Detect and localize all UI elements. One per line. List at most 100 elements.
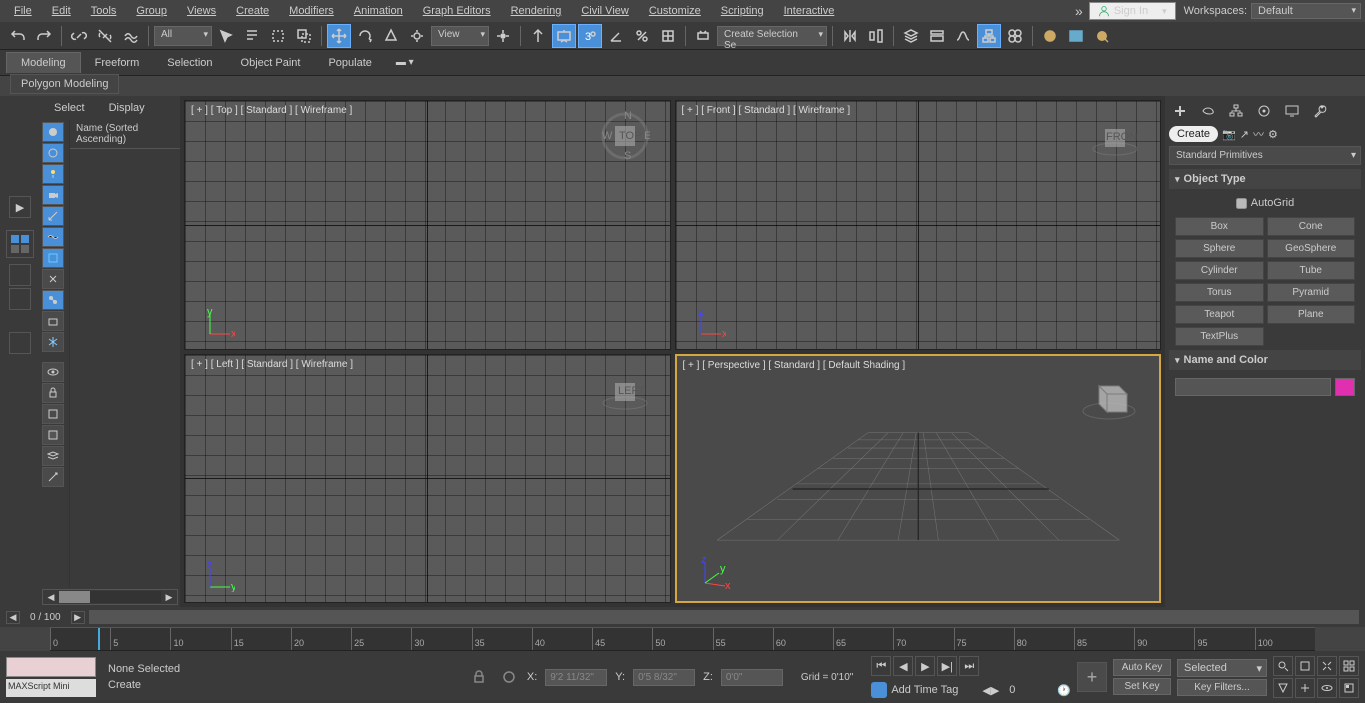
filter-geometry-icon[interactable] (42, 122, 64, 142)
filter-helpers-icon[interactable] (42, 206, 64, 226)
cat-systems-icon[interactable]: ⚙ (1268, 128, 1278, 141)
menu-customize[interactable]: Customize (639, 3, 711, 19)
ribbon-group-polygon-modeling[interactable]: Polygon Modeling (10, 74, 119, 94)
modify-tab-icon[interactable] (1197, 100, 1219, 122)
key-filters-button[interactable]: Key Filters... (1177, 679, 1267, 696)
redo-button[interactable] (32, 24, 56, 48)
filter-lights-icon[interactable] (42, 164, 64, 184)
angle-snap-button[interactable] (604, 24, 628, 48)
key-filter-selected-dropdown[interactable]: Selected▾ (1177, 659, 1267, 677)
menu-graph-editors[interactable]: Graph Editors (413, 3, 501, 19)
scene-hscrollbar[interactable]: ◀ ▶ (42, 589, 178, 605)
filter-shapes-icon[interactable] (42, 143, 64, 163)
y-input[interactable]: 0'5 8/32" (633, 669, 695, 686)
display-visible-icon[interactable] (42, 362, 64, 382)
menu-civil-view[interactable]: Civil View (571, 3, 638, 19)
pan-icon[interactable] (1295, 678, 1315, 698)
toggle-ribbon-button[interactable] (925, 24, 949, 48)
isolate-selection-icon[interactable] (497, 665, 521, 689)
menu-modifiers[interactable]: Modifiers (279, 3, 344, 19)
menu-views[interactable]: Views (177, 3, 226, 19)
time-config-icon[interactable]: 🕐 (1057, 684, 1071, 697)
viewport-label[interactable]: [ + ] [ Left ] [ Standard ] [ Wireframe … (191, 359, 353, 370)
script-output-box[interactable] (6, 657, 96, 677)
menu-overflow-icon[interactable]: » (1075, 3, 1083, 19)
viewport-perspective[interactable]: [ + ] [ Perspective ] [ Standard ] [ Def… (675, 354, 1162, 604)
menu-scripting[interactable]: Scripting (711, 3, 774, 19)
ribbon-dropdown-icon[interactable]: ▬ ▾ (396, 57, 414, 68)
object-cylinder-button[interactable]: Cylinder (1175, 261, 1264, 280)
select-manipulate-button[interactable] (526, 24, 550, 48)
menu-create[interactable]: Create (226, 3, 279, 19)
unlink-button[interactable] (93, 24, 117, 48)
select-rotate-button[interactable] (353, 24, 377, 48)
goto-start-button[interactable]: ⏮ (871, 656, 891, 676)
ref-coord-dropdown[interactable]: View (431, 26, 489, 46)
viewport-front[interactable]: [ + ] [ Front ] [ Standard ] [ Wireframe… (675, 100, 1162, 350)
expand-panel-button[interactable]: ▶ (9, 196, 31, 218)
layout-preset-3[interactable] (9, 332, 31, 354)
render-button[interactable] (1090, 24, 1114, 48)
motion-tab-icon[interactable] (1253, 100, 1275, 122)
zoom-extents-all-icon[interactable] (1339, 656, 1359, 676)
cat-lights-icon[interactable]: 〰 (1253, 126, 1264, 142)
scroll-right-icon[interactable]: ▶ (161, 592, 177, 603)
zoom-all-icon[interactable] (1295, 656, 1315, 676)
schematic-view-button[interactable] (977, 24, 1001, 48)
viewcube-icon[interactable]: TOPNSWE (600, 111, 650, 161)
select-by-name-button[interactable] (240, 24, 264, 48)
select-move-button[interactable] (327, 24, 351, 48)
select-region-rect-button[interactable] (266, 24, 290, 48)
ribbon-tab-freeform[interactable]: Freeform (81, 53, 154, 73)
bind-space-warp-button[interactable] (119, 24, 143, 48)
filter-xrefs-icon[interactable] (42, 269, 64, 289)
filter-cameras-icon[interactable] (42, 185, 64, 205)
orbit-icon[interactable] (1317, 678, 1337, 698)
object-teapot-button[interactable]: Teapot (1175, 305, 1264, 324)
menu-file[interactable]: File (4, 3, 42, 19)
viewcube-icon[interactable]: LEFT (600, 365, 650, 415)
rollout-name-color[interactable]: Name and Color (1169, 350, 1361, 370)
x-input[interactable]: 9'2 11/32" (545, 669, 607, 686)
viewport-label[interactable]: [ + ] [ Top ] [ Standard ] [ Wireframe ] (191, 105, 352, 116)
keyboard-shortcut-toggle[interactable] (552, 24, 576, 48)
next-frame-button[interactable]: ▶| (937, 656, 957, 676)
render-setup-button[interactable] (1038, 24, 1062, 48)
menu-tools[interactable]: Tools (81, 3, 127, 19)
scene-tab-select[interactable]: Select (46, 99, 93, 117)
viewport-top[interactable]: [ + ] [ Top ] [ Standard ] [ Wireframe ]… (184, 100, 671, 350)
z-input[interactable]: 0'0" (721, 669, 783, 686)
mirror-button[interactable] (838, 24, 862, 48)
scene-tab-display[interactable]: Display (101, 99, 153, 117)
timeline-ruler[interactable]: 0510152025303540455055606570758085909510… (50, 627, 1315, 651)
layout-preset-2[interactable] (9, 288, 31, 310)
object-textplus-button[interactable]: TextPlus (1175, 327, 1264, 346)
display-all-icon[interactable] (42, 404, 64, 424)
object-name-input[interactable] (1175, 378, 1331, 396)
undo-button[interactable] (6, 24, 30, 48)
object-plane-button[interactable]: Plane (1267, 305, 1356, 324)
time-next-button[interactable]: ▶ (71, 611, 85, 624)
hierarchy-tab-icon[interactable] (1225, 100, 1247, 122)
link-button[interactable] (67, 24, 91, 48)
menu-rendering[interactable]: Rendering (501, 3, 572, 19)
scene-list-header[interactable]: Name (Sorted Ascending) (70, 120, 180, 149)
object-color-swatch[interactable] (1335, 378, 1355, 396)
menu-group[interactable]: Group (126, 3, 177, 19)
object-torus-button[interactable]: Torus (1175, 283, 1264, 302)
workspaces-dropdown[interactable]: Default (1251, 3, 1361, 19)
viewport-left[interactable]: [ + ] [ Left ] [ Standard ] [ Wireframe … (184, 354, 671, 604)
material-editor-button[interactable] (1003, 24, 1027, 48)
viewcube-icon[interactable] (1079, 366, 1139, 426)
time-slider[interactable]: ◀ 0 / 100 ▶ (0, 607, 1365, 627)
scene-list[interactable]: Name (Sorted Ascending) (70, 120, 180, 587)
prev-frame-button[interactable]: ◀ (893, 656, 913, 676)
filter-containers-icon[interactable] (42, 311, 64, 331)
sign-in-button[interactable]: Sign In ▾ (1089, 2, 1176, 20)
primitive-type-dropdown[interactable]: Standard Primitives (1169, 146, 1361, 165)
filter-frozen-icon[interactable] (42, 332, 64, 352)
object-box-button[interactable]: Box (1175, 217, 1264, 236)
select-place-button[interactable] (405, 24, 429, 48)
layer-explorer-button[interactable] (899, 24, 923, 48)
maxscript-mini-listener[interactable]: MAXScript Mini (6, 679, 96, 697)
